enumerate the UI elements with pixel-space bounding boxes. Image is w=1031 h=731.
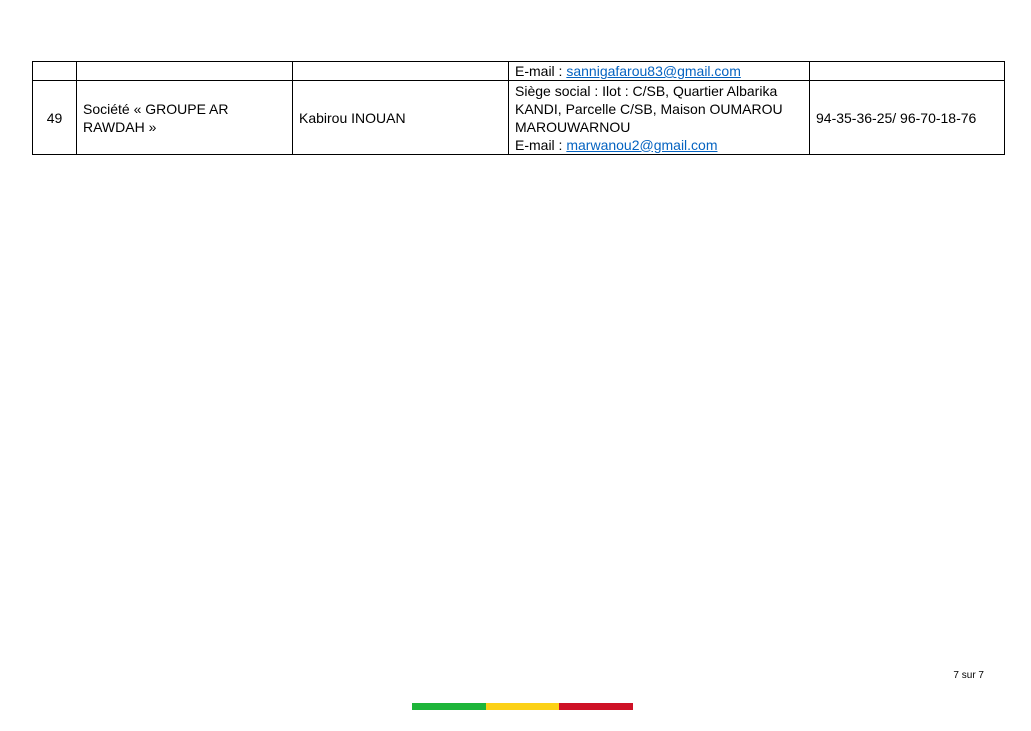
email-link[interactable]: sannigafarou83@gmail.com	[566, 63, 741, 79]
table-row: E-mail : sannigafarou83@gmail.com	[32, 61, 1005, 81]
manager-name-cell	[292, 61, 509, 81]
company-name-cell	[76, 61, 293, 81]
phone-cell: 94-35-36-25/ 96-70-18-76	[809, 80, 1005, 155]
email-link[interactable]: marwanou2@gmail.com	[566, 137, 717, 153]
flag-stripe-red	[559, 703, 634, 710]
row-number-cell: 49	[32, 80, 77, 155]
address-cell: Siège social : Ilot : C/SB, Quartier Alb…	[508, 80, 810, 155]
table-row: 49 Société « GROUPE AR RAWDAH » Kabirou …	[32, 80, 1005, 155]
page-number: 7 sur 7	[953, 670, 984, 681]
phone-cell	[809, 61, 1005, 81]
companies-table: E-mail : sannigafarou83@gmail.com 49 Soc…	[32, 61, 1005, 155]
row-number-cell	[32, 61, 77, 81]
email-label: E-mail :	[515, 63, 567, 79]
company-name-cell: Société « GROUPE AR RAWDAH »	[76, 80, 293, 155]
manager-name-cell: Kabirou INOUAN	[292, 80, 509, 155]
flag-stripe-green	[412, 703, 486, 710]
flag-color-bar	[412, 703, 634, 710]
address-text: Siège social : Ilot : C/SB, Quartier Alb…	[515, 82, 783, 135]
email-label: E-mail :	[515, 136, 567, 153]
address-cell: E-mail : sannigafarou83@gmail.com	[508, 61, 810, 81]
email-line: E-mail : marwanou2@gmail.com	[515, 136, 803, 154]
flag-stripe-yellow	[485, 703, 560, 710]
